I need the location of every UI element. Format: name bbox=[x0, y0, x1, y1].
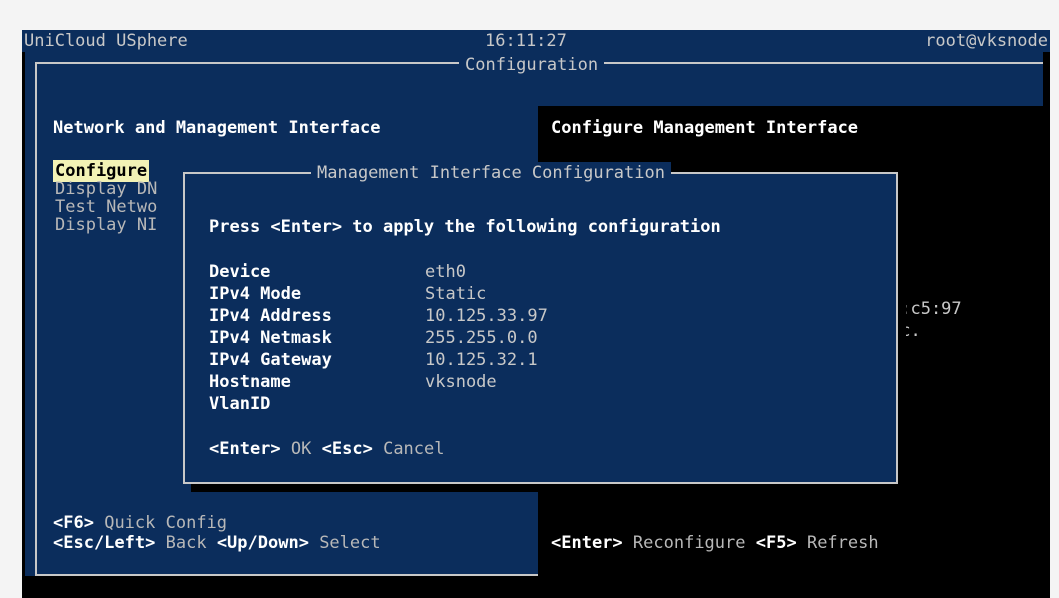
quick-config-label: Quick Config bbox=[104, 513, 228, 533]
user-host: root@vksnode bbox=[925, 31, 1048, 51]
esc-left-key: <Esc/Left> bbox=[53, 533, 156, 553]
cancel-key: <Esc> bbox=[321, 439, 373, 459]
field-value-ipv4-gateway: 10.125.32.1 bbox=[425, 350, 538, 370]
left-heading: Network and Management Interface bbox=[53, 118, 381, 138]
top-status-bar: UniCloud USphere 16:11:27 root@vksnode bbox=[22, 30, 1050, 52]
field-value-device: eth0 bbox=[425, 262, 466, 282]
field-label-device: Device bbox=[209, 262, 271, 282]
app-title: UniCloud USphere bbox=[24, 31, 188, 51]
field-value-hostname: vksnode bbox=[425, 372, 497, 392]
ok-key: <Enter> bbox=[209, 439, 281, 459]
ok-button[interactable]: OK bbox=[291, 439, 311, 459]
right-actions-hint: <Enter> Reconfigure <F5> Refresh bbox=[551, 532, 879, 554]
select-label: Select bbox=[319, 533, 381, 553]
field-label-ipv4-mode: IPv4 Mode bbox=[209, 284, 302, 304]
quick-config-hint[interactable]: <F6> Quick Config bbox=[53, 512, 227, 534]
field-label-ipv4-netmask: IPv4 Netmask bbox=[209, 328, 332, 348]
right-heading: Configure Management Interface bbox=[551, 118, 859, 138]
management-interface-dialog: Management Interface Configuration Press… bbox=[183, 162, 898, 484]
menu-item-display-nic[interactable]: Display NI bbox=[55, 214, 157, 236]
bottom-bar bbox=[22, 576, 1050, 598]
clock: 16:11:27 bbox=[485, 31, 567, 51]
dialog-title: Management Interface Configuration bbox=[311, 162, 671, 184]
reconfigure-action[interactable]: Reconfigure bbox=[633, 533, 746, 553]
enter-key: <Enter> bbox=[551, 533, 623, 553]
field-label-ipv4-gateway: IPv4 Gateway bbox=[209, 350, 332, 370]
refresh-action[interactable]: Refresh bbox=[807, 533, 879, 553]
console-screen: UniCloud USphere 16:11:27 root@vksnode C… bbox=[22, 30, 1050, 598]
field-value-ipv4-address: 10.125.33.97 bbox=[425, 306, 548, 326]
frame-title: Configuration bbox=[459, 54, 605, 76]
configuration-panel: Configuration Network and Management Int… bbox=[25, 52, 1043, 576]
cancel-button[interactable]: Cancel bbox=[383, 439, 444, 459]
f5-key: <F5> bbox=[755, 533, 797, 553]
field-value-ipv4-mode: Static bbox=[425, 284, 487, 304]
nav-hints: <Esc/Left> Back <Up/Down> Select bbox=[53, 532, 381, 554]
f6-key: <F6> bbox=[53, 513, 94, 533]
field-label-vlanid: VlanID bbox=[209, 394, 271, 414]
field-label-ipv4-address: IPv4 Address bbox=[209, 306, 332, 326]
up-down-key: <Up/Down> bbox=[216, 533, 309, 553]
field-value-ipv4-netmask: 255.255.0.0 bbox=[425, 328, 538, 348]
dialog-actions: <Enter> OK <Esc> Cancel bbox=[209, 438, 445, 460]
field-label-hostname: Hostname bbox=[209, 372, 291, 392]
dialog-prompt: Press <Enter> to apply the following con… bbox=[209, 217, 721, 237]
back-label: Back bbox=[165, 533, 207, 553]
